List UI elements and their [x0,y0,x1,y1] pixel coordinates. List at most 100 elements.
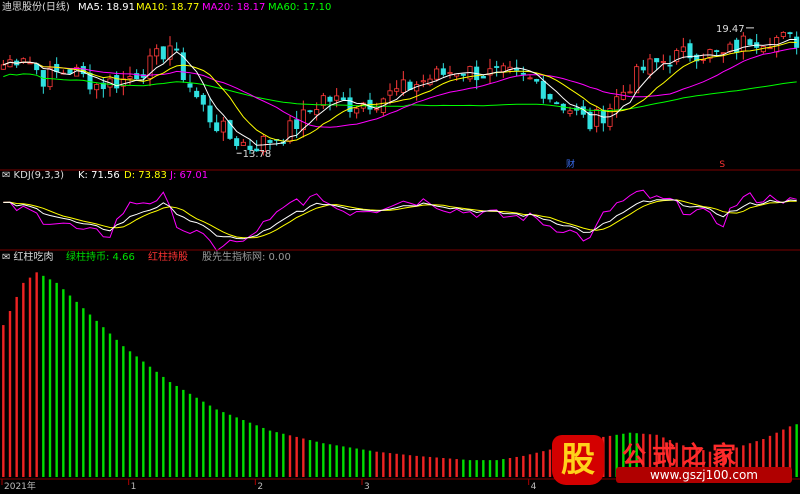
signal-bar [2,325,5,477]
signal-bar [548,449,552,477]
candle-body [727,43,733,52]
signal-bar [175,385,178,477]
watermark-name: 公式之家 [622,441,742,469]
panel-headers: 迪思股份(日线) MA5: 18.91 MA10: 18.77 MA20: 18.17… [2,0,331,263]
candle-body [440,68,446,75]
signal-bar [375,451,378,477]
signal-bar [388,453,392,477]
signal-bar [382,452,385,477]
kdj-d-line [3,199,797,239]
bar-title: ✉ 红柱吃肉 [2,250,54,263]
kdj-k-line [3,199,797,240]
candle-body [400,79,406,93]
signal-bar [302,438,305,477]
candle-body [327,96,333,102]
signal-bar [162,376,165,477]
candle-body [387,90,393,96]
signal-bar [202,401,205,477]
candle-body [447,72,453,75]
signal-bar [68,295,72,477]
candle-body [194,90,200,98]
signal-bar [82,308,85,477]
ma-legend: MA60: 17.10 [268,2,331,13]
signal-bar [35,272,38,477]
signal-bar [475,460,478,477]
signal-bar [222,412,225,477]
signal-bar [28,277,32,477]
ma-legend: MA20: 18.17 [202,2,265,13]
signal-bar [508,458,512,477]
candle-body [527,77,533,80]
x-tick-label: 1 [131,482,137,491]
signal-bar [255,425,258,477]
signal-bar [308,440,312,477]
signal-bar [275,432,278,477]
kdj-panel [3,189,797,252]
signal-bar [422,456,425,477]
signal-bar [75,301,78,477]
candle-body [680,46,686,52]
candle-body [554,102,560,105]
candle-body [660,61,666,63]
signal-bar [55,282,58,477]
kdj-legend: K: 71.56 [78,170,120,181]
signal-bar [362,449,365,477]
kdj-j-line [3,189,797,252]
signal-bar [482,460,485,477]
signal-bar [215,409,218,477]
candle-body [594,109,600,127]
candle-body [667,64,673,67]
candle-body [714,50,720,53]
price-annotation: 19.47 [716,24,745,35]
signal-bar [88,314,92,477]
candle-body [747,39,753,46]
signal-bar [495,460,498,477]
candle-body [740,35,746,52]
signal-bar [355,448,358,477]
candle-body [567,110,573,114]
x-tick-label: 3 [364,482,370,491]
candle-body [67,69,73,74]
signal-bar [148,366,152,477]
candle-body [547,94,553,100]
signal-bar [348,447,352,477]
signal-bar [448,458,452,477]
signal-bar [282,433,285,477]
signal-bar [315,441,318,477]
price-annotation: 13.78 [243,149,272,160]
x-axis: 2021年 1 2 3 4 [1,479,537,492]
candle-body [460,73,466,76]
signal-bar [435,457,438,477]
candle-body [780,32,786,37]
kdj-title: ✉ KDJ(9,3,3) [2,170,64,181]
signal-bar [395,453,398,477]
candle-body [654,58,660,63]
candle-body [127,76,133,79]
signal-bar [295,436,298,477]
candle-body [314,109,320,116]
candle-body [614,96,620,112]
signal-bar [408,455,412,477]
candle-body [160,46,166,60]
candle-body [494,66,500,68]
candle-body [174,48,180,51]
signal-bar [195,397,198,477]
candle-body [787,32,793,35]
signal-bar [228,414,232,477]
signal-bar [288,435,292,477]
signal-bar [528,454,532,477]
signal-bar [262,427,265,477]
candle-body [267,140,273,143]
candle-body [394,88,400,92]
candle-body [47,67,53,88]
signal-bar [22,282,25,477]
signal-bar [115,339,118,477]
signal-bar [135,356,138,477]
signal-bar [515,456,518,477]
signal-bar [502,459,505,477]
candle-body [687,43,693,59]
signal-bar [15,296,18,477]
candle-body [647,58,653,75]
bar-legend-source: 股先生指标网: 0.00 [202,250,291,263]
candle-body [374,108,380,111]
